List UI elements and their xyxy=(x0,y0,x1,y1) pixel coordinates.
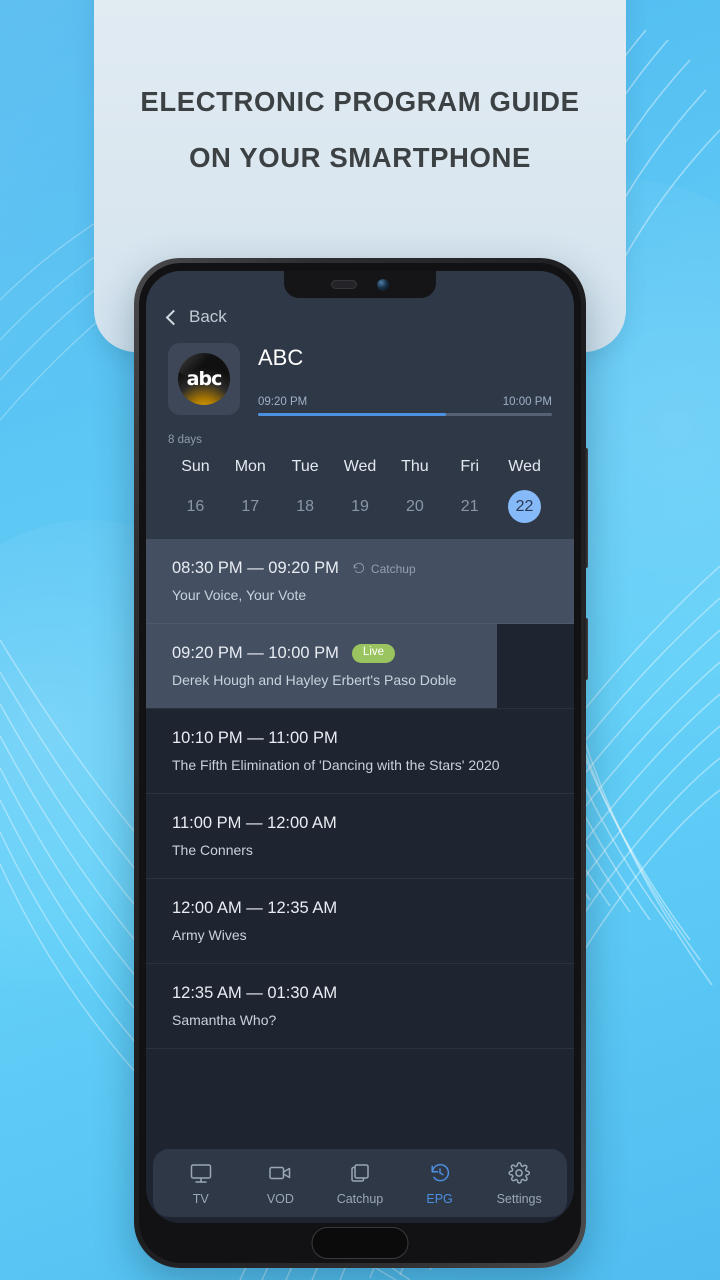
volume-button[interactable] xyxy=(584,448,588,568)
day-name-4[interactable]: Thu xyxy=(387,458,442,490)
program-row[interactable]: 11:00 PM — 12:00 AM The Conners xyxy=(146,794,574,879)
channel-logo[interactable]: abc xyxy=(168,343,240,415)
program-list[interactable]: 08:30 PM — 09:20 PM Catchup Your Voice, Yo… xyxy=(146,539,574,1049)
program-title: Samantha Who? xyxy=(172,1012,277,1028)
nav-item-label: Catchup xyxy=(336,1192,384,1206)
power-button[interactable] xyxy=(584,618,588,680)
nav-item-label: TV xyxy=(192,1192,209,1206)
channel-logo-text: abc xyxy=(186,367,223,390)
catchup-badge[interactable]: Catchup xyxy=(352,562,416,576)
channel-name: ABC xyxy=(258,345,304,370)
airtime-progress-fill xyxy=(258,413,447,416)
home-button[interactable] xyxy=(311,1227,409,1259)
headline-line-1: ELECTRONIC PROGRAM GUIDE xyxy=(140,86,580,117)
chevron-left-icon xyxy=(165,309,182,325)
nav-item-label: Settings xyxy=(496,1192,542,1206)
day-number-0[interactable]: 16 xyxy=(179,490,212,523)
day-number-selected[interactable]: 22 xyxy=(508,490,542,523)
program-time: 09:20 PM — 10:00 PM xyxy=(172,644,339,662)
day-number-2[interactable]: 18 xyxy=(289,490,322,523)
program-row-content: 12:35 AM — 01:30 AM Samantha Who? xyxy=(172,984,548,1028)
program-time: 12:35 AM — 01:30 AM xyxy=(172,984,338,1002)
program-time: 10:10 PM — 11:00 PM xyxy=(172,729,338,747)
back-button-label: Back xyxy=(189,307,227,326)
front-camera-icon xyxy=(377,278,389,291)
nav-item-vod[interactable]: VOD xyxy=(241,1161,321,1206)
day-number-1[interactable]: 17 xyxy=(234,490,267,523)
monitor-icon xyxy=(188,1161,214,1185)
video-camera-icon xyxy=(267,1161,293,1185)
back-button[interactable]: Back xyxy=(146,293,574,327)
abc-logo-icon: abc xyxy=(178,353,230,405)
program-list-tail xyxy=(146,1049,574,1095)
app-header: Back abc ABC 09:20 PM 10:00 PM 8 days Su… xyxy=(146,271,574,539)
day-number-3[interactable]: 19 xyxy=(343,490,376,523)
day-name-2[interactable]: Tue xyxy=(278,458,333,490)
program-row[interactable]: 08:30 PM — 09:20 PM Catchup Your Voice, Yo… xyxy=(146,539,574,624)
program-row-content: 10:10 PM — 11:00 PM The Fifth Elimination… xyxy=(172,729,548,773)
phone-screen: Back abc ABC 09:20 PM 10:00 PM 8 days Su… xyxy=(146,271,574,1223)
program-time: 12:00 AM — 12:35 AM xyxy=(172,899,338,917)
day-selector: 8 days Sun Mon Tue Wed Thu Fri Wed 16 17 18 19 20 21… xyxy=(146,416,574,523)
program-row[interactable]: 12:00 AM — 12:35 AM Army Wives xyxy=(146,879,574,964)
day-number-4[interactable]: 20 xyxy=(398,490,431,523)
program-title: Your Voice, Your Vote xyxy=(172,587,307,603)
gear-icon xyxy=(506,1161,532,1185)
program-row-content: 09:20 PM — 10:00 PM Live Derek Hough and H… xyxy=(172,644,548,688)
program-row[interactable]: 12:35 AM — 01:30 AM Samantha Who? xyxy=(146,964,574,1049)
bottom-navigation: TV VOD Catchup EPG Settings xyxy=(153,1149,567,1217)
nav-item-label: VOD xyxy=(266,1192,294,1206)
program-row-top: 09:20 PM — 10:00 PM Live xyxy=(172,644,548,663)
nav-item-tv[interactable]: TV xyxy=(161,1161,241,1206)
timeline-end-time: 10:00 PM xyxy=(502,396,552,408)
program-row-content: 12:00 AM — 12:35 AM Army Wives xyxy=(172,899,548,943)
program-row-top: 08:30 PM — 09:20 PM Catchup xyxy=(172,559,548,578)
program-row-content: 08:30 PM — 09:20 PM Catchup Your Voice, Yo… xyxy=(172,559,548,603)
day-selector-grid: Sun Mon Tue Wed Thu Fri Wed 16 17 18 19 20 21 22 xyxy=(168,458,552,523)
day-name-5[interactable]: Fri xyxy=(442,458,497,490)
program-title: Derek Hough and Hayley Erbert's Paso Dob… xyxy=(172,672,457,688)
program-row-top: 11:00 PM — 12:00 AM xyxy=(172,814,548,833)
program-row-content: 11:00 PM — 12:00 AM The Conners xyxy=(172,814,548,858)
nav-item-settings[interactable]: Settings xyxy=(479,1161,559,1206)
day-name-3[interactable]: Wed xyxy=(333,458,388,490)
program-row[interactable]: 09:20 PM — 10:00 PM Live Derek Hough and H… xyxy=(146,624,574,709)
day-name-1[interactable]: Mon xyxy=(223,458,278,490)
layers-icon xyxy=(347,1161,373,1185)
nav-item-catchup[interactable]: Catchup xyxy=(320,1161,400,1206)
phone-bezel: Back abc ABC 09:20 PM 10:00 PM 8 days Su… xyxy=(139,263,581,1263)
day-name-0[interactable]: Sun xyxy=(168,458,223,490)
program-row-top: 12:35 AM — 01:30 AM xyxy=(172,984,548,1003)
phone-notch xyxy=(284,271,436,298)
catchup-icon xyxy=(352,562,366,576)
headline-line-2: ON YOUR SMARTPHONE xyxy=(189,141,531,173)
program-row-top: 10:10 PM — 11:00 PM xyxy=(172,729,548,748)
program-title: Army Wives xyxy=(172,927,247,943)
nav-item-epg[interactable]: EPG xyxy=(400,1161,480,1206)
timeline-start-time: 09:20 PM xyxy=(258,396,308,408)
live-badge: Live xyxy=(351,644,396,663)
program-title: The Fifth Elimination of 'Dancing with t… xyxy=(172,757,500,773)
airtime-progress-bar[interactable] xyxy=(258,413,552,416)
nav-item-label: EPG xyxy=(426,1192,453,1206)
days-count-label: 8 days xyxy=(168,434,202,446)
channel-timeline: 09:20 PM 10:00 PM xyxy=(258,396,552,408)
program-time: 08:30 PM — 09:20 PM xyxy=(172,559,339,577)
day-name-6[interactable]: Wed xyxy=(497,458,552,490)
phone-mockup: Back abc ABC 09:20 PM 10:00 PM 8 days Su… xyxy=(134,258,588,1268)
program-row-top: 12:00 AM — 12:35 AM xyxy=(172,899,548,918)
day-number-5[interactable]: 21 xyxy=(453,490,486,523)
program-title: The Conners xyxy=(172,842,253,858)
program-row[interactable]: 10:10 PM — 11:00 PM The Fifth Elimination… xyxy=(146,709,574,794)
earpiece-speaker-icon xyxy=(331,280,357,289)
history-clock-icon xyxy=(427,1161,453,1185)
channel-header: abc ABC 09:20 PM 10:00 PM xyxy=(146,327,574,416)
program-time: 11:00 PM — 12:00 AM xyxy=(172,814,337,832)
catchup-badge-label: Catchup xyxy=(370,561,416,576)
